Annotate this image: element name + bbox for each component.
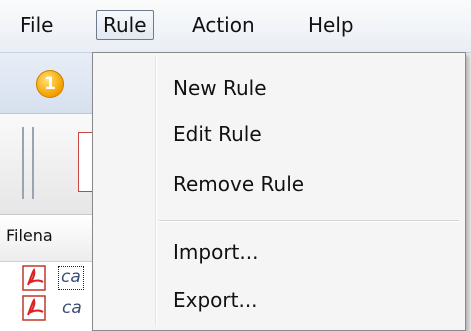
menu-bar: File Rule Action Help (0, 0, 471, 53)
list-item[interactable]: ca (22, 292, 92, 322)
toolbar-grip[interactable] (32, 127, 34, 199)
menu-item-remove-rule[interactable]: Remove Rule (173, 169, 304, 199)
menu-help[interactable]: Help (302, 10, 360, 40)
filename-column-header[interactable]: Filena (6, 226, 53, 245)
rule-dropdown-menu: New Rule Edit Rule Remove Rule Import...… (92, 52, 466, 331)
menu-rule[interactable]: Rule (96, 10, 154, 40)
file-name: ca (62, 298, 82, 318)
menu-item-new-rule[interactable]: New Rule (173, 73, 267, 103)
menu-item-export[interactable]: Export... (173, 285, 258, 315)
pdf-icon (22, 295, 46, 321)
list-item[interactable]: ca (22, 262, 92, 292)
menu-item-edit-rule[interactable]: Edit Rule (173, 119, 262, 149)
notification-badge[interactable]: 1 (36, 70, 64, 98)
menu-icon-gutter (155, 56, 157, 326)
menu-action[interactable]: Action (186, 10, 261, 40)
menu-separator (159, 220, 459, 222)
pdf-document-icon[interactable] (78, 132, 93, 192)
file-name: ca (58, 266, 84, 290)
menu-file[interactable]: File (14, 10, 59, 40)
menu-item-import[interactable]: Import... (173, 237, 258, 267)
pdf-icon (22, 265, 46, 291)
toolbar-grip[interactable] (22, 127, 24, 199)
